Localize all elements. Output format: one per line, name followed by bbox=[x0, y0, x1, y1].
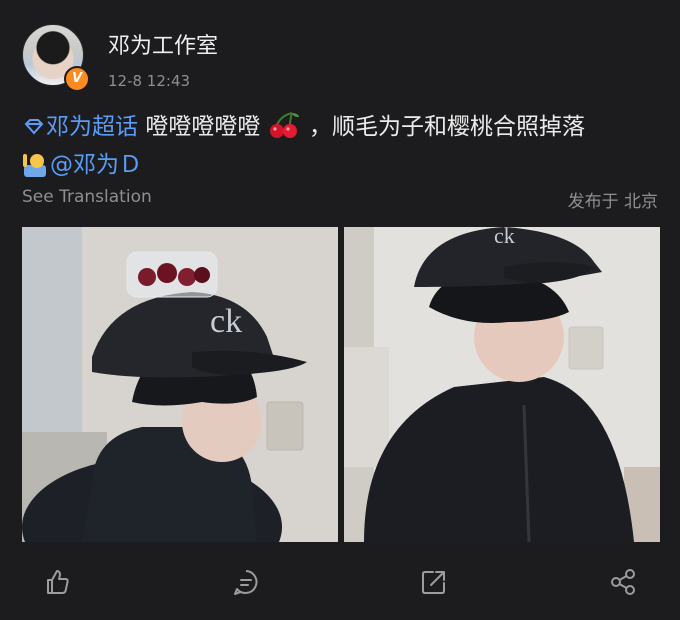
photo-2[interactable]: ck bbox=[344, 227, 660, 542]
avatar-container[interactable]: V bbox=[22, 24, 90, 92]
username[interactable]: 邓为工作室 bbox=[108, 28, 218, 60]
svg-text:ck: ck bbox=[210, 303, 242, 340]
topic-link[interactable]: 邓为超话 bbox=[22, 114, 145, 140]
like-button[interactable] bbox=[40, 565, 74, 599]
author-meta: 邓为工作室 12-8 12:43 bbox=[108, 24, 218, 90]
repost-button[interactable] bbox=[417, 565, 451, 599]
mention-link[interactable]: @邓为Ｄ bbox=[50, 152, 142, 178]
diamond-icon bbox=[24, 119, 44, 135]
svg-text:ck: ck bbox=[494, 227, 515, 248]
see-translation-link[interactable]: See Translation bbox=[22, 187, 152, 212]
post-subline: See Translation 发布于 北京 bbox=[22, 187, 658, 212]
post-header: V 邓为工作室 12-8 12:43 bbox=[22, 24, 218, 92]
topic-label[interactable]: 邓为超话 bbox=[46, 114, 138, 140]
repost-icon bbox=[422, 571, 446, 594]
post-location: 发布于 北京 bbox=[567, 192, 658, 212]
post-time: 12-8 12:43 bbox=[108, 72, 191, 90]
cherry-icon bbox=[269, 112, 299, 138]
post-body-text-2: ，顺毛为子和樱桃合照掉落 bbox=[308, 114, 585, 140]
verified-badge-icon: V bbox=[64, 66, 90, 92]
share-icon bbox=[610, 569, 635, 595]
comment-icon bbox=[233, 570, 258, 595]
post-text: 邓为超话 噔噔噔噔噔 ，顺毛为子和樱桃合照掉落 @邓为Ｄ bbox=[22, 108, 662, 184]
waving-person-icon bbox=[23, 154, 46, 177]
photo-1[interactable]: ck bbox=[22, 227, 338, 542]
share-button[interactable] bbox=[606, 565, 640, 599]
action-bar bbox=[0, 565, 680, 599]
like-icon bbox=[47, 570, 69, 594]
photo-grid: ck ck bbox=[22, 227, 660, 542]
post-body-text: 噔噔噔噔噔 bbox=[145, 114, 261, 140]
comment-button[interactable] bbox=[229, 565, 263, 599]
